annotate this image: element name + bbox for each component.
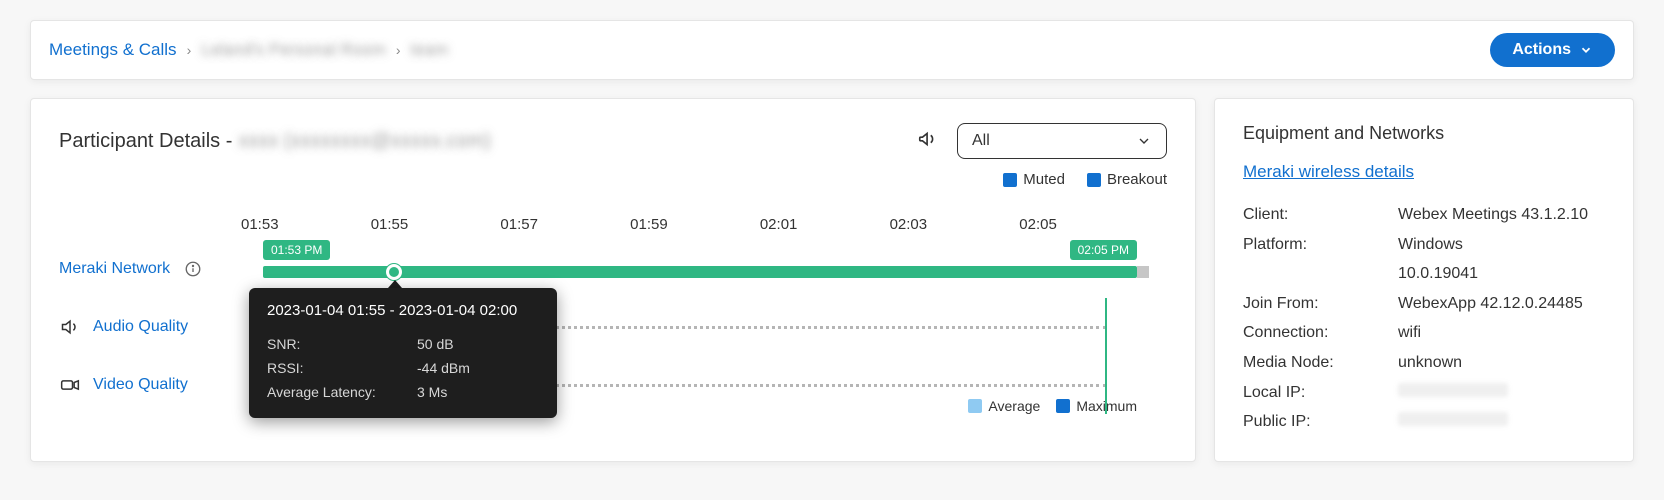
maximum-swatch	[1056, 399, 1070, 413]
actions-label: Actions	[1512, 41, 1571, 59]
datapoint-tooltip: 2023-01-04 01:55 - 2023-01-04 02:00 SNR:…	[249, 288, 557, 418]
localip-label: Local IP:	[1243, 378, 1398, 408]
tooltip-snr-label: SNR:	[267, 333, 417, 357]
row-audio: Audio Quality	[59, 298, 259, 356]
speaker-icon	[59, 317, 81, 337]
camera-icon	[59, 375, 81, 395]
tooltip-pointer	[388, 280, 402, 288]
meraki-track[interactable]: 01:53 PM 02:05 PM 2023-01-04 01:55 - 202…	[259, 240, 1167, 298]
connection-label: Connection:	[1243, 318, 1398, 348]
video-quality-link[interactable]: Video Quality	[93, 376, 188, 394]
x-tick: 01:55	[371, 216, 501, 240]
session-start-badge: 01:53 PM	[263, 240, 330, 260]
localip-value	[1398, 378, 1605, 408]
joinfrom-value: WebexApp 42.12.0.24485	[1398, 289, 1605, 319]
session-end-line	[1105, 298, 1107, 356]
chevron-right-icon: ›	[396, 42, 401, 58]
header-bar: Meetings & Calls › Leland's Personal Roo…	[30, 20, 1634, 80]
joinfrom-label: Join From:	[1243, 289, 1398, 319]
hover-marker[interactable]	[386, 264, 402, 280]
x-tick: 02:01	[760, 216, 890, 240]
actions-button[interactable]: Actions	[1490, 33, 1615, 67]
connection-value: wifi	[1398, 318, 1605, 348]
megaphone-icon[interactable]	[917, 128, 939, 155]
row-meraki: Meraki Network	[59, 240, 259, 298]
average-swatch	[968, 399, 982, 413]
publicip-value	[1398, 407, 1605, 437]
tooltip-range: 2023-01-04 01:55 - 2023-01-04 02:00	[267, 302, 539, 319]
medianode-value: unknown	[1398, 348, 1605, 378]
muted-swatch	[1003, 173, 1017, 187]
tooltip-rssi-value: -44 dBm	[417, 357, 470, 381]
meraki-network-link[interactable]: Meraki Network	[59, 260, 170, 278]
chevron-down-icon	[1136, 133, 1152, 149]
session-end-line	[1105, 356, 1107, 414]
tooltip-snr-value: 50 dB	[417, 333, 454, 357]
tooltip-latency-value: 3 Ms	[417, 381, 447, 405]
breadcrumb-level-3[interactable]: team	[411, 40, 449, 60]
average-label: Average	[988, 398, 1040, 414]
chevron-down-icon	[1579, 43, 1593, 57]
timeline-chart: Meraki Network Audio Quality	[59, 216, 1167, 414]
row-video: Video Quality	[59, 356, 259, 414]
breadcrumb-root[interactable]: Meetings & Calls	[49, 40, 177, 60]
meraki-details-link[interactable]: Meraki wireless details	[1243, 162, 1414, 182]
participant-name: xxxx (xxxxxxxx@xxxxx.com)	[238, 130, 491, 153]
filter-selected: All	[972, 132, 990, 150]
info-icon[interactable]	[182, 260, 204, 278]
breakout-swatch	[1087, 173, 1101, 187]
equipment-heading: Equipment and Networks	[1243, 123, 1605, 144]
breadcrumb-level-2[interactable]: Leland's Personal Room	[201, 40, 386, 60]
equipment-card: Equipment and Networks Meraki wireless d…	[1214, 98, 1634, 462]
network-segment-tail	[1137, 266, 1149, 278]
publicip-label: Public IP:	[1243, 407, 1398, 437]
client-label: Client:	[1243, 200, 1398, 230]
x-tick: 02:05	[1019, 216, 1149, 240]
chevron-right-icon: ›	[187, 42, 192, 58]
session-end-badge: 02:05 PM	[1070, 240, 1137, 260]
audio-quality-link[interactable]: Audio Quality	[93, 318, 188, 336]
breakout-label: Breakout	[1107, 171, 1167, 188]
participant-details-card: Participant Details - xxxx (xxxxxxxx@xxx…	[30, 98, 1196, 462]
client-value: Webex Meetings 43.1.2.10	[1398, 200, 1605, 230]
tooltip-rssi-label: RSSI:	[267, 357, 417, 381]
platform-label: Platform:	[1243, 230, 1398, 289]
breadcrumb: Meetings & Calls › Leland's Personal Roo…	[49, 40, 448, 60]
stat-legend: Average Maximum	[968, 398, 1137, 414]
x-tick: 01:59	[630, 216, 760, 240]
x-tick: 01:57	[500, 216, 630, 240]
x-tick: 01:53	[241, 216, 371, 240]
medianode-label: Media Node:	[1243, 348, 1398, 378]
muted-label: Muted	[1023, 171, 1065, 188]
platform-value: Windows10.0.19041	[1398, 230, 1605, 289]
tooltip-latency-label: Average Latency:	[267, 381, 417, 405]
x-tick: 02:03	[890, 216, 1020, 240]
participant-title-prefix: Participant Details -	[59, 130, 232, 153]
filter-select[interactable]: All	[957, 123, 1167, 159]
participant-title: Participant Details - xxxx (xxxxxxxx@xxx…	[59, 130, 491, 153]
x-axis: 01:53 01:55 01:57 01:59 02:01 02:03 02:0…	[259, 216, 1167, 240]
status-legend: Muted Breakout	[59, 171, 1167, 188]
